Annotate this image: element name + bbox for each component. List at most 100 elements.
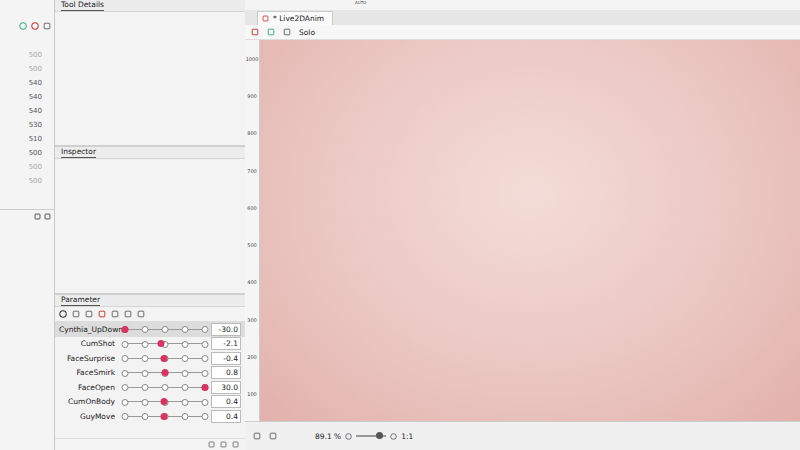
key-mark: [202, 399, 209, 406]
value-list: 500 500 540 540 540 530 510 500 500 500: [0, 42, 54, 186]
add-icon[interactable]: [208, 441, 215, 448]
parameter-name: GuyMove: [59, 412, 115, 421]
parameter-value[interactable]: 0.4: [211, 410, 241, 423]
key-mark: [182, 341, 189, 348]
parameter-panel: ParameterCynthia_UpDown-30.0CumShot-2.1F…: [55, 295, 245, 450]
key-mark: [142, 399, 149, 406]
list-value[interactable]: 540: [29, 78, 42, 88]
list-value[interactable]: 500: [29, 50, 42, 60]
grid-icon[interactable]: [111, 310, 119, 318]
list-value[interactable]: 540: [29, 92, 42, 102]
key-mark: [182, 370, 189, 377]
trash-icon[interactable]: [232, 441, 239, 448]
parameter-value[interactable]: 0.8: [211, 366, 241, 379]
zoom-control[interactable]: 89.1 % 1:1: [315, 432, 413, 441]
list-value[interactable]: 500: [29, 162, 42, 172]
key-mark: [122, 384, 129, 391]
key-mark: [142, 413, 149, 420]
parameter-name: FaceOpen: [59, 383, 115, 392]
slider-thumb[interactable]: [158, 340, 165, 347]
auto-label[interactable]: AUTO: [355, 0, 366, 6]
slider-thumb[interactable]: [161, 413, 168, 420]
parameter-name: Cynthia_UpDown: [59, 325, 115, 334]
key-mark: [122, 355, 129, 362]
parameter-value[interactable]: 30.0: [211, 381, 241, 394]
parameter-value[interactable]: -30.0: [211, 323, 241, 336]
list-value[interactable]: 500: [29, 176, 42, 186]
list-value[interactable]: 530: [29, 120, 42, 130]
parameter-slider[interactable]: [125, 397, 205, 406]
key-mark: [162, 326, 169, 333]
tab-bar: * Live2DAnim: [245, 10, 800, 25]
ruler-label: 500: [247, 242, 257, 248]
strip-footer: [0, 209, 54, 222]
list-value[interactable]: 510: [29, 134, 42, 144]
zoom-value[interactable]: 89.1 %: [315, 432, 341, 441]
parameter-row[interactable]: CumOnBody 0.4: [55, 395, 245, 410]
parameter-slider[interactable]: [125, 368, 205, 377]
parameter-row[interactable]: FaceSurprise-0.4: [55, 351, 245, 366]
ratio-button[interactable]: 1:1: [401, 432, 413, 441]
slider-thumb[interactable]: [161, 398, 168, 405]
list-value[interactable]: 540: [29, 106, 42, 116]
lock-icon[interactable]: [137, 310, 145, 318]
copy-icon[interactable]: [34, 213, 41, 220]
parameter-name: CumOnBody: [59, 397, 115, 406]
ruler-label: 800: [247, 130, 257, 136]
solo-toggle[interactable]: Solo: [299, 28, 315, 37]
key-mark: [142, 355, 149, 362]
slider-thumb[interactable]: [202, 384, 209, 391]
list-icon[interactable]: [124, 310, 132, 318]
parameter-slider[interactable]: [125, 383, 205, 392]
key-mark: [122, 341, 129, 348]
play-icon[interactable]: [59, 310, 67, 318]
ruler-label: 300: [247, 317, 257, 323]
slider-thumb[interactable]: [161, 355, 168, 362]
parameter-slider[interactable]: [125, 354, 205, 363]
capture-icon[interactable]: [269, 432, 277, 440]
key-add-icon[interactable]: [72, 310, 80, 318]
document-tab[interactable]: * Live2DAnim: [257, 11, 333, 25]
ruler-label: 400: [247, 279, 257, 285]
list-value[interactable]: 500: [29, 64, 42, 74]
parameter-row[interactable]: GuyMove 0.4: [55, 409, 245, 424]
panel-title: Tool Details: [61, 0, 104, 11]
parameter-toolbar: [55, 307, 245, 322]
key-mark: [182, 384, 189, 391]
folder-icon[interactable]: [220, 441, 227, 448]
key-remove-icon[interactable]: [85, 310, 93, 318]
list-value[interactable]: 500: [29, 148, 42, 158]
zoom-out-icon[interactable]: [345, 433, 352, 440]
parameter-row[interactable]: FaceSmirk0.8: [55, 366, 245, 381]
mesh-icon[interactable]: [267, 28, 275, 36]
brush-icon[interactable]: [251, 28, 259, 36]
parameter-slider[interactable]: [125, 339, 205, 348]
grid-icon[interactable]: [283, 28, 291, 36]
parameter-row[interactable]: FaceOpen 30.0: [55, 380, 245, 395]
key-mark: [202, 341, 209, 348]
key-mark: [142, 384, 149, 391]
model-canvas[interactable]: [260, 40, 800, 421]
document-icon[interactable]: [262, 15, 269, 22]
parameter-slider[interactable]: [125, 325, 205, 334]
slider-thumb[interactable]: [162, 369, 169, 376]
ruler-label: 200: [247, 354, 257, 360]
link-icon[interactable]: [19, 22, 27, 30]
parameter-row[interactable]: Cynthia_UpDown -30.0: [55, 322, 245, 337]
strip-toolbar: [0, 0, 54, 42]
zoom-in-icon[interactable]: [390, 433, 397, 440]
parameter-slider[interactable]: [125, 412, 205, 421]
pen-icon[interactable]: [43, 22, 51, 30]
key-mark: [182, 413, 189, 420]
ruler-label: 700: [247, 168, 257, 174]
parameter-value[interactable]: 0.4: [211, 395, 241, 408]
trash-icon[interactable]: [44, 213, 51, 220]
parameter-row[interactable]: CumShot-2.1: [55, 337, 245, 352]
key-delete-icon[interactable]: [98, 310, 106, 318]
key-mark: [182, 355, 189, 362]
camera-icon[interactable]: [253, 432, 261, 440]
parameter-value[interactable]: -2.1: [211, 337, 241, 350]
slider-thumb[interactable]: [122, 326, 129, 333]
refresh-icon[interactable]: [31, 22, 39, 30]
parameter-value[interactable]: -0.4: [211, 352, 241, 365]
